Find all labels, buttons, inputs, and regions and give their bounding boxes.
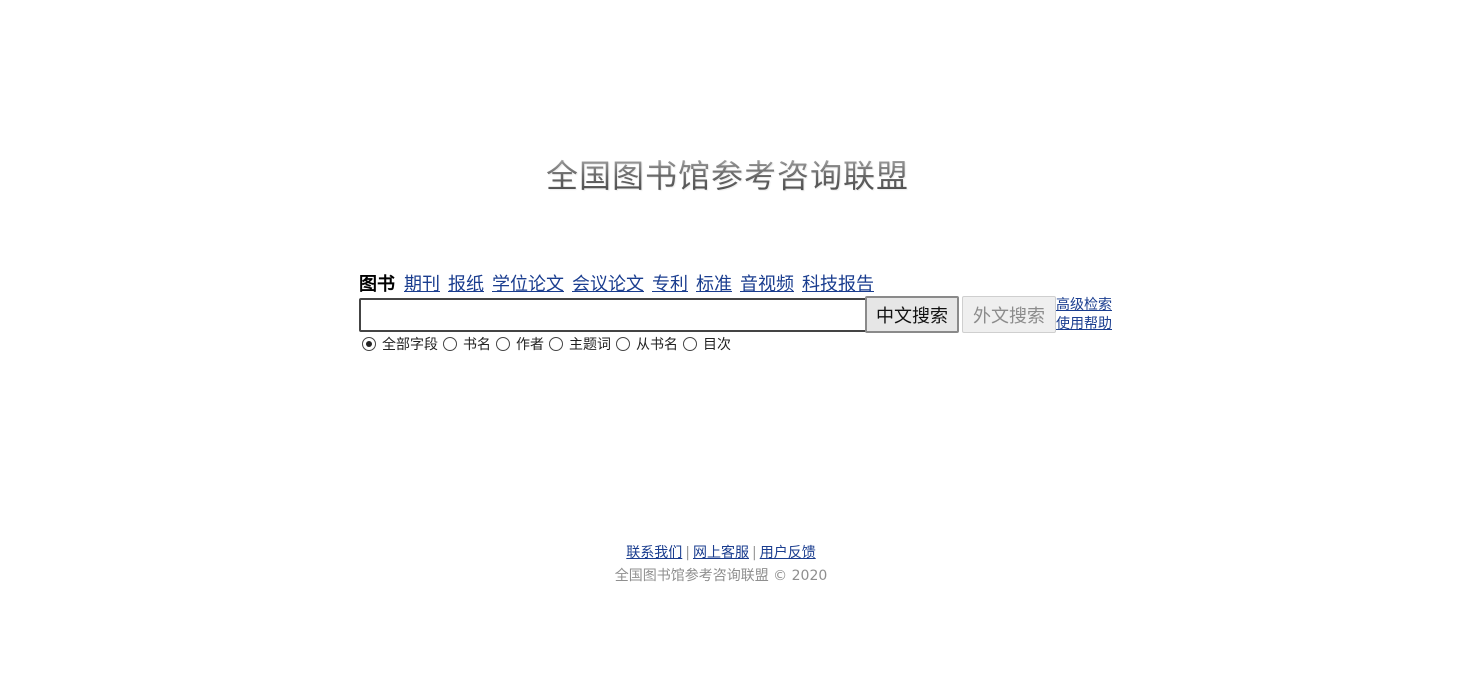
search-input[interactable] bbox=[359, 298, 868, 332]
radio-label: 主题词 bbox=[569, 337, 611, 353]
field-option-title[interactable]: 书名 bbox=[443, 334, 491, 354]
radio-author[interactable] bbox=[496, 337, 510, 351]
footer-links: 联系我们 | 网上客服 | 用户反馈 bbox=[0, 542, 1442, 562]
field-option-author[interactable]: 作者 bbox=[496, 334, 544, 354]
tab-conference-papers[interactable]: 会议论文 bbox=[572, 270, 644, 296]
tab-audio-video[interactable]: 音视频 bbox=[740, 270, 794, 296]
user-feedback-link[interactable]: 用户反馈 bbox=[760, 545, 816, 561]
radio-contents[interactable] bbox=[683, 337, 697, 351]
logo-text: 全国图书馆参考咨询联盟 bbox=[546, 151, 909, 197]
category-tabs: 图书 期刊 报纸 学位论文 会议论文 专利 标准 音视频 科技报告 bbox=[359, 270, 882, 296]
site-logo: 全国图书馆参考咨询联盟 bbox=[546, 150, 946, 198]
field-option-contents[interactable]: 目次 bbox=[683, 334, 731, 354]
radio-all-fields[interactable] bbox=[362, 337, 376, 351]
separator: | bbox=[752, 545, 757, 561]
tab-patents[interactable]: 专利 bbox=[652, 270, 688, 296]
radio-label: 书名 bbox=[463, 337, 491, 353]
tab-newspapers[interactable]: 报纸 bbox=[448, 270, 484, 296]
radio-label: 全部字段 bbox=[382, 337, 438, 353]
help-link[interactable]: 使用帮助 bbox=[1056, 315, 1112, 334]
separator: | bbox=[685, 545, 690, 561]
tab-books[interactable]: 图书 bbox=[359, 270, 395, 296]
field-option-all[interactable]: 全部字段 bbox=[362, 334, 438, 354]
copyright-text: 全国图书馆参考咨询联盟 © 2020 bbox=[614, 568, 828, 584]
advanced-search-link[interactable]: 高级检索 bbox=[1056, 296, 1112, 315]
page: 全国图书馆参考咨询联盟 图书 期刊 报纸 学位论文 会议论文 专利 标准 音视频… bbox=[0, 0, 1468, 688]
search-field-options: 全部字段 书名 作者 主题词 从书名 目次 bbox=[362, 334, 736, 354]
tab-journals[interactable]: 期刊 bbox=[404, 270, 440, 296]
tab-tech-reports[interactable]: 科技报告 bbox=[802, 270, 874, 296]
online-service-link[interactable]: 网上客服 bbox=[693, 545, 749, 561]
radio-label: 作者 bbox=[516, 337, 544, 353]
tab-standards[interactable]: 标准 bbox=[696, 270, 732, 296]
radio-title[interactable] bbox=[443, 337, 457, 351]
foreign-search-button[interactable]: 外文搜索 bbox=[962, 296, 1056, 333]
radio-series[interactable] bbox=[616, 337, 630, 351]
field-option-subject[interactable]: 主题词 bbox=[549, 334, 611, 354]
field-option-series[interactable]: 从书名 bbox=[616, 334, 678, 354]
chinese-search-button[interactable]: 中文搜索 bbox=[865, 296, 959, 333]
search-side-links: 高级检索 使用帮助 bbox=[1056, 296, 1112, 334]
radio-subject[interactable] bbox=[549, 337, 563, 351]
radio-label: 从书名 bbox=[636, 337, 678, 353]
contact-us-link[interactable]: 联系我们 bbox=[626, 545, 682, 561]
tab-dissertations[interactable]: 学位论文 bbox=[492, 270, 564, 296]
radio-label: 目次 bbox=[703, 337, 731, 353]
